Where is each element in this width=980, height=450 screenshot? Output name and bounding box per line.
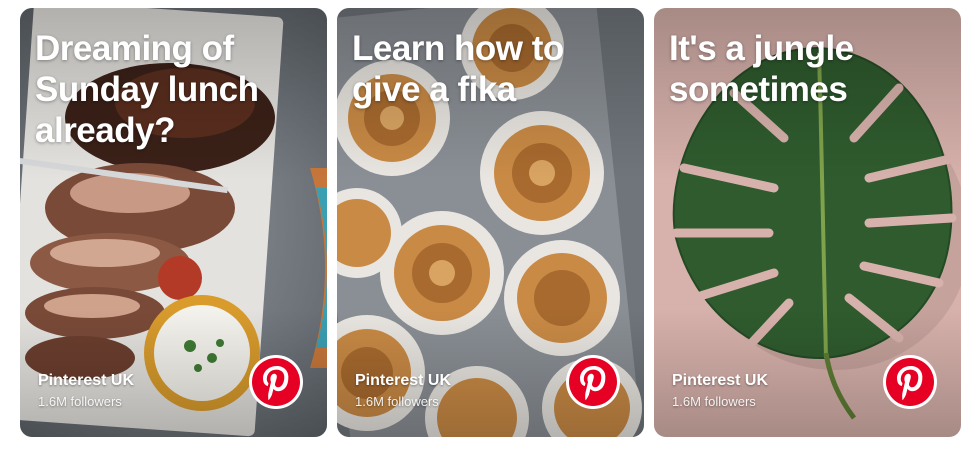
pinterest-icon[interactable] xyxy=(882,354,938,410)
profile-name[interactable]: Pinterest UK xyxy=(355,372,451,390)
pinterest-icon[interactable] xyxy=(248,354,304,410)
board-cards: Dreaming of Sunday lunch already? Pinter… xyxy=(0,0,980,450)
follower-count: 1.6M followers xyxy=(38,394,122,409)
board-card-jungle[interactable]: It's a jungle sometimes Pinterest UK 1.6… xyxy=(654,8,961,437)
board-card-fika[interactable]: Learn how to give a fika Pinterest UK 1.… xyxy=(337,8,644,437)
card-title: Dreaming of Sunday lunch already? xyxy=(35,29,259,150)
follower-count: 1.6M followers xyxy=(672,394,756,409)
card-title: Learn how to give a fika xyxy=(352,29,564,109)
profile-name[interactable]: Pinterest UK xyxy=(38,372,134,390)
board-card-sunday-lunch[interactable]: Dreaming of Sunday lunch already? Pinter… xyxy=(20,8,327,437)
profile-name[interactable]: Pinterest UK xyxy=(672,372,768,390)
follower-count: 1.6M followers xyxy=(355,394,439,409)
card-title: It's a jungle sometimes xyxy=(669,29,854,109)
pinterest-icon[interactable] xyxy=(565,354,621,410)
